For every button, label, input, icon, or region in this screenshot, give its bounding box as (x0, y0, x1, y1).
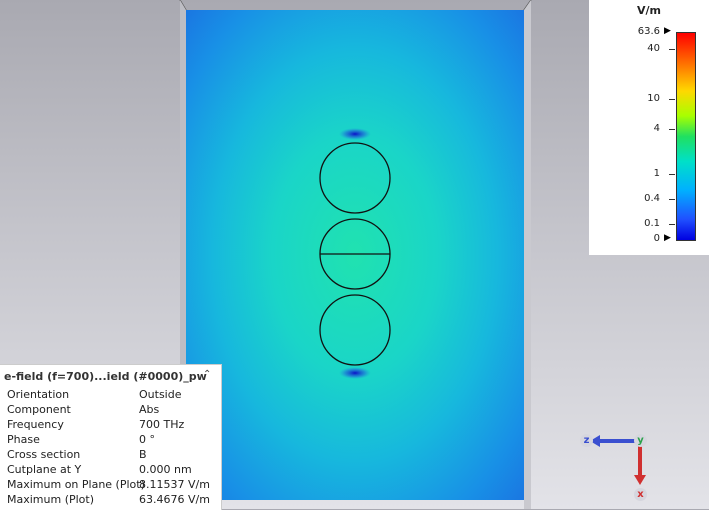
info-key: Component (7, 403, 71, 416)
legend-tick-max: 63.6 (637, 26, 660, 37)
info-value: 0.000 nm (139, 463, 192, 476)
info-value: Outside (139, 388, 182, 401)
info-key: Maximum (Plot) (7, 493, 95, 506)
legend-max-arrow-icon[interactable]: ▶ (664, 26, 671, 36)
info-key: Orientation (7, 388, 70, 401)
legend-tick-1: 1 (653, 168, 660, 179)
field-hotspot-bottom (339, 367, 371, 379)
legend-tick-40: 40 (647, 43, 660, 54)
info-value: 8.11537 V/m (139, 478, 210, 491)
legend-min-arrow-icon[interactable]: ▶ (664, 233, 671, 243)
info-row: Component Abs (7, 403, 217, 418)
legend-tickmark (669, 129, 675, 130)
plot-info-panel: e-field (f=700)...ield (#0000)_pw ⌃ Orie… (0, 364, 222, 510)
info-value: Abs (139, 403, 160, 416)
legend-tick-min: 0 (653, 233, 660, 244)
info-row: Maximum (Plot) 63.4676 V/m (7, 493, 217, 508)
axes-triad[interactable]: z y x (578, 430, 658, 505)
collapse-chevron-icon[interactable]: ⌃ (203, 369, 211, 380)
legend-tickmark (669, 99, 675, 100)
axis-y-label: y (634, 434, 647, 447)
info-key: Cutplane at Y (7, 463, 82, 476)
info-row: Cross section B (7, 448, 217, 463)
legend-unit: V/m (637, 4, 661, 17)
info-value: B (139, 448, 147, 461)
axis-x-label: x (634, 488, 647, 501)
info-key: Phase (7, 433, 40, 446)
legend-color-bar (676, 32, 696, 241)
legend-tickmark (669, 199, 675, 200)
field-plane (186, 10, 524, 500)
legend-tick-0-1: 0.1 (644, 218, 660, 229)
info-row: Phase 0 ° (7, 433, 217, 448)
info-key: Cross section (7, 448, 81, 461)
legend-tick-10: 10 (647, 93, 660, 104)
axis-z-label: z (580, 434, 593, 447)
legend-tickmark (669, 174, 675, 175)
info-row: Maximum on Plane (Plot) 8.11537 V/m (7, 478, 217, 493)
3d-viewport[interactable]: V/m 63.6 40 10 4 1 0.4 0.1 0 ▶ ▶ e-field… (0, 0, 709, 510)
info-row: Cutplane at Y 0.000 nm (7, 463, 217, 478)
legend-tick-4: 4 (653, 123, 660, 134)
info-value: 0 ° (139, 433, 155, 446)
legend-tick-0-4: 0.4 (644, 193, 660, 204)
info-key: Maximum on Plane (Plot) (7, 478, 145, 491)
legend-tickmark (669, 49, 675, 50)
info-value: 63.4676 V/m (139, 493, 210, 506)
info-key: Frequency (7, 418, 64, 431)
box-side-right (524, 0, 531, 509)
info-row: Frequency 700 THz (7, 418, 217, 433)
field-hotspot-top (339, 128, 371, 140)
legend-tickmark (669, 224, 675, 225)
info-value: 700 THz (139, 418, 185, 431)
info-row: Orientation Outside (7, 388, 217, 403)
plot-info-title: e-field (f=700)...ield (#0000)_pw (4, 370, 207, 383)
